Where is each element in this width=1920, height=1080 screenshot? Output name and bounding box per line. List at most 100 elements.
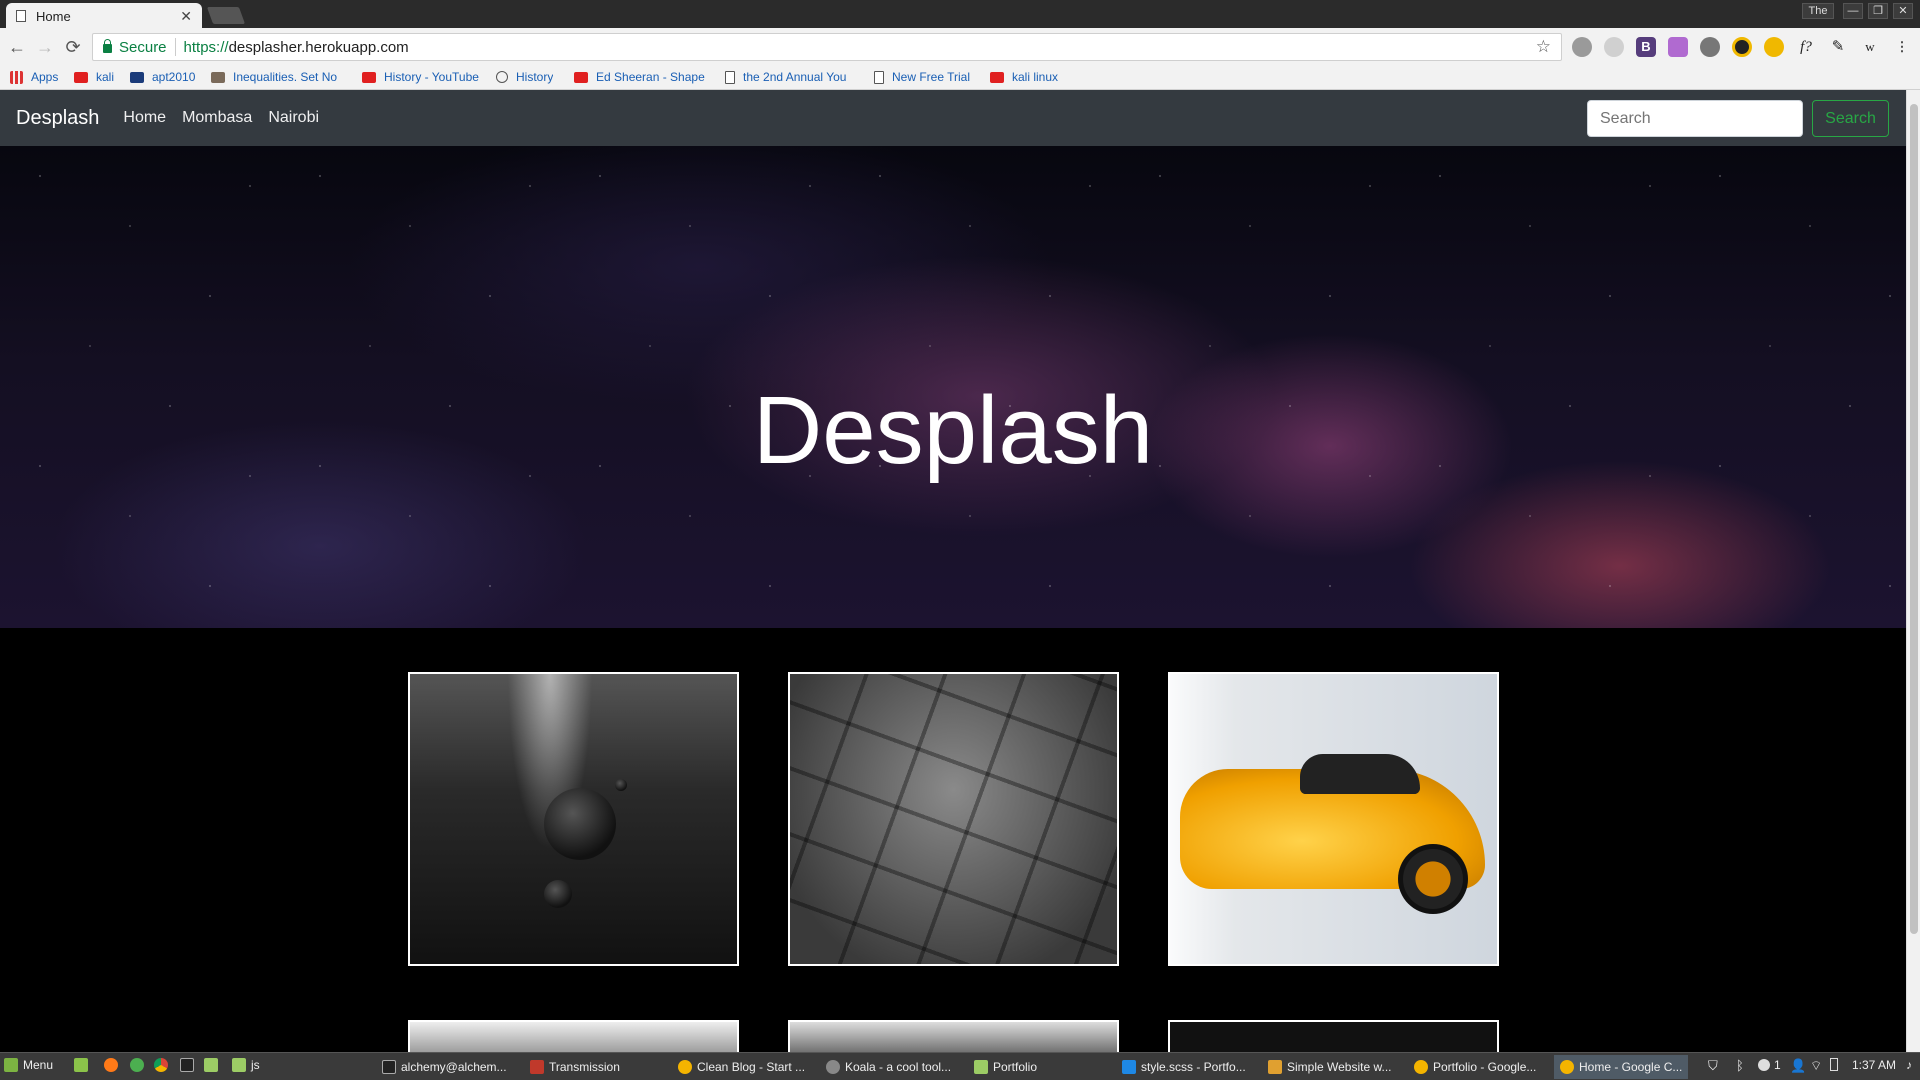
volume-icon[interactable]: ♪ [1906,1058,1912,1072]
bluetooth-icon[interactable]: ᛒ [1736,1058,1744,1073]
gallery-image[interactable] [408,1020,739,1052]
bookmark-free-trial[interactable]: New Free Trial [874,70,970,84]
hero-title: Desplash [752,377,1154,484]
taskbar-window-portfolio-google[interactable]: Portfolio - Google... [1408,1055,1542,1079]
koala-icon [826,1060,840,1074]
tab-home[interactable]: Home ✕ [6,3,202,29]
shield-icon[interactable]: ⛉ [1708,1058,1718,1074]
wifi-icon[interactable]: ⌔ [1810,1058,1822,1074]
taskbar-window-clean-blog[interactable]: Clean Blog - Start ... [672,1055,811,1079]
bookmark-kali-linux[interactable]: kali linux [990,70,1058,84]
site-brand[interactable]: Desplash [16,107,99,130]
page-icon [16,10,26,22]
globe-icon[interactable] [130,1058,149,1072]
brackets-icon [1268,1060,1282,1074]
taskbar-window-portfolio[interactable]: Portfolio [968,1055,1043,1079]
gallery-image[interactable] [1168,1020,1499,1052]
stone-texture-image[interactable] [788,672,1119,966]
firefox-icon[interactable] [104,1058,123,1072]
mint-logo-icon [4,1058,18,1072]
planet-shape [544,880,572,908]
history-icon [496,71,508,83]
search-input[interactable] [1587,100,1803,137]
bookmark-favicon [211,71,225,83]
url-host: desplasher.herokuapp.com [228,38,409,56]
bookmark-kali[interactable]: kali [74,70,114,84]
font-ext-icon[interactable]: f? [1796,37,1816,57]
address-bar[interactable]: Secure https:// desplasher.herokuapp.com… [92,33,1562,61]
clock[interactable]: 1:37 AM [1852,1058,1896,1072]
bookmark-ed-sheeran[interactable]: Ed Sheeran - Shape [574,70,706,84]
planets-image[interactable] [408,672,739,966]
w-ext-icon[interactable]: w [1860,37,1880,57]
forward-arrow-icon[interactable]: → [34,36,56,58]
user-icon[interactable]: 👤 [1790,1058,1806,1074]
divider [174,38,176,56]
taskbar-window-simple-website[interactable]: Simple Website w... [1262,1055,1397,1079]
restore-icon[interactable]: ❐ [1868,3,1888,19]
back-arrow-icon[interactable]: ← [6,36,28,58]
youtube-icon [362,71,376,83]
wand-ext-icon[interactable] [1668,37,1688,57]
bookmark-history-youtube[interactable]: History - YouTube [362,70,479,84]
apps-grid-icon [10,70,23,84]
yellow-car-image[interactable] [1168,672,1499,966]
close-tab-icon[interactable]: ✕ [180,8,192,25]
circle-ext-icon[interactable] [1572,37,1592,57]
secure-indicator[interactable]: Secure [103,38,167,56]
show-desktop-icon[interactable] [74,1058,93,1072]
files-icon[interactable] [204,1058,223,1072]
menu-kebab-icon[interactable]: ⋮ [1892,37,1912,57]
close-window-icon[interactable]: ✕ [1893,3,1913,19]
new-tab-button[interactable] [206,7,246,24]
bookmark-annual[interactable]: the 2nd Annual You [725,70,857,84]
taskbar-window-home-chrome[interactable]: Home - Google C... [1554,1055,1689,1079]
car-wheel [1398,844,1468,914]
lock-icon [103,38,112,53]
transmission-icon [530,1060,544,1074]
terminal-icon[interactable] [180,1058,199,1072]
bookmarks-bar: Apps kali apt2010 Inequalities. Set No H… [0,66,1920,90]
site-navbar: Desplash Home Mombasa Nairobi Search [0,90,1906,146]
nav-link-mombasa[interactable]: Mombasa [182,109,252,127]
bookmark-star-icon[interactable]: ☆ [1536,37,1551,57]
bookmark-apt2010[interactable]: apt2010 [130,70,195,84]
start-menu-button[interactable]: Menu [4,1058,53,1072]
alert-icon [1758,1059,1770,1071]
taskbar-window-style-scss[interactable]: style.scss - Portfo... [1116,1055,1252,1079]
moon-ext-icon[interactable] [1764,37,1784,57]
bookmark-history[interactable]: History [496,70,553,84]
taskbar-window-terminal[interactable]: alchemy@alchem... [376,1055,513,1079]
gallery-image[interactable] [788,1020,1119,1052]
bootstrap-ext-icon[interactable]: B [1636,37,1656,57]
folder-icon [974,1060,988,1074]
chrome-icon [1414,1060,1428,1074]
user-profile-button[interactable]: The [1802,3,1834,19]
update-indicator[interactable]: 1 [1758,1058,1781,1072]
battery-icon[interactable] [1830,1058,1838,1071]
reload-icon[interactable]: ⟳ [62,36,84,58]
browser-toolbar: ← → ⟳ Secure https:// desplasher.herokua… [0,28,1920,66]
eyedropper-ext-icon[interactable]: ✎ [1828,37,1848,57]
smile-ext-icon[interactable] [1732,37,1752,57]
bookmark-apps[interactable]: Apps [10,70,58,84]
taskbar-window-transmission[interactable]: Transmission [524,1055,626,1079]
scrollbar-thumb[interactable] [1910,104,1918,934]
os-taskbar: Menu js alchemy@alchem... Transmission C… [0,1052,1920,1080]
nav-link-home[interactable]: Home [123,109,166,127]
folder-js[interactable]: js [232,1058,260,1072]
terminal-icon [382,1060,396,1074]
search-button[interactable]: Search [1812,100,1889,137]
minimize-icon[interactable]: — [1843,3,1863,19]
planet-shape [615,779,627,791]
page-icon [725,70,735,84]
bookmark-inequalities[interactable]: Inequalities. Set No [211,70,346,84]
bug-ext-icon[interactable] [1700,37,1720,57]
car-window [1300,754,1420,794]
page-scrollbar[interactable] [1906,90,1920,1052]
chrome-icon[interactable] [154,1058,173,1072]
nav-link-nairobi[interactable]: Nairobi [268,109,319,127]
chrome-icon [678,1060,692,1074]
taskbar-window-koala[interactable]: Koala - a cool tool... [820,1055,957,1079]
circle-ext-icon-2[interactable] [1604,37,1624,57]
